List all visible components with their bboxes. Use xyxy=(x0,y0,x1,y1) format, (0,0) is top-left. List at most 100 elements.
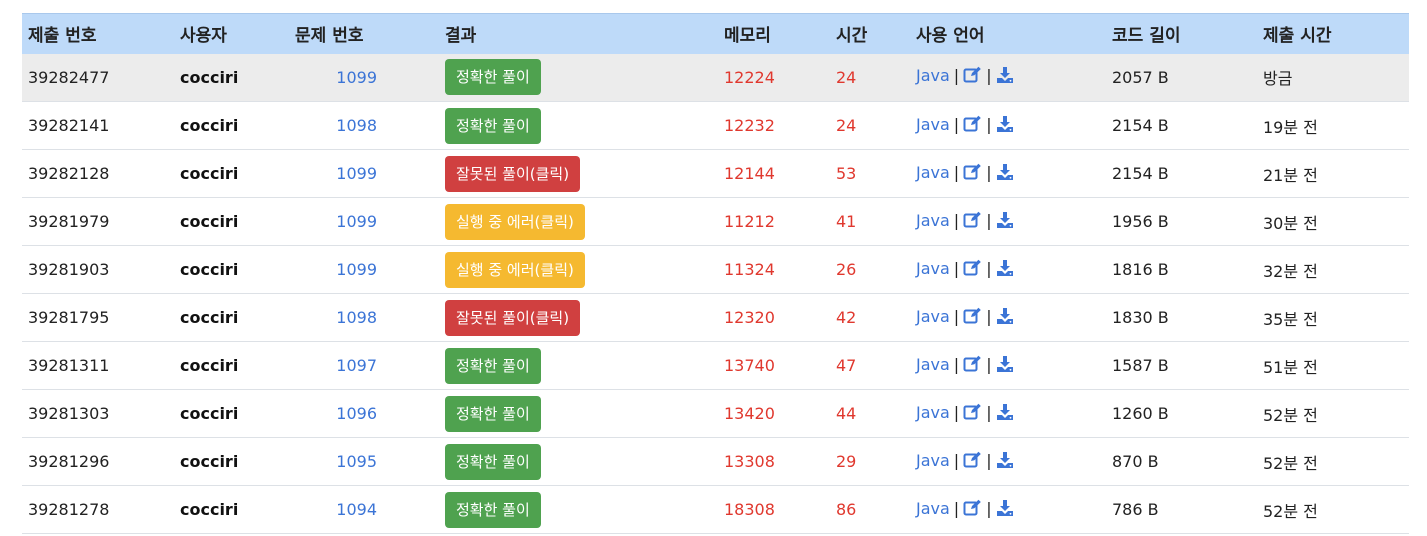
result-badge[interactable]: 실행 중 에러(클릭) xyxy=(445,203,585,240)
time-value: 86 xyxy=(836,500,857,519)
problem-link[interactable]: 1099 xyxy=(336,260,377,279)
result-badge[interactable]: 잘못된 풀이(클릭) xyxy=(445,155,581,192)
memory-value: 18308 xyxy=(724,500,775,519)
user-link[interactable]: cocciri xyxy=(180,500,238,519)
edit-icon[interactable] xyxy=(963,403,982,425)
user-link[interactable]: cocciri xyxy=(180,308,238,327)
time-value: 44 xyxy=(836,404,857,423)
language-cell: Java | | xyxy=(910,294,1106,342)
problem-link[interactable]: 1094 xyxy=(336,500,377,519)
time-value: 53 xyxy=(836,164,857,183)
language-link[interactable]: Java xyxy=(916,163,950,182)
language-link[interactable]: Java xyxy=(916,66,950,85)
memory-value: 13740 xyxy=(724,356,775,375)
download-icon[interactable] xyxy=(996,115,1014,137)
problem-link[interactable]: 1097 xyxy=(336,356,377,375)
language-link[interactable]: Java xyxy=(916,451,950,470)
problem-link[interactable]: 1099 xyxy=(336,212,377,231)
problem-link[interactable]: 1098 xyxy=(336,308,377,327)
time-value: 41 xyxy=(836,212,857,231)
result-badge[interactable]: 정확한 풀이 xyxy=(445,395,541,432)
submitted-time: 19분 전 xyxy=(1263,117,1318,137)
edit-icon[interactable] xyxy=(963,307,982,329)
separator: | xyxy=(953,450,960,470)
code-length: 1260 B xyxy=(1112,404,1169,423)
user-link[interactable]: cocciri xyxy=(180,404,238,423)
download-icon[interactable] xyxy=(996,499,1014,521)
code-length: 1956 B xyxy=(1112,212,1169,231)
download-icon[interactable] xyxy=(996,259,1014,281)
result-cell: 잘못된 풀이(클릭) xyxy=(439,150,718,198)
language-link[interactable]: Java xyxy=(916,403,950,422)
edit-icon[interactable] xyxy=(963,211,982,233)
problem-link[interactable]: 1095 xyxy=(336,452,377,471)
language-link[interactable]: Java xyxy=(916,211,950,230)
submission-id: 39281303 xyxy=(28,404,110,423)
header-submitted-at: 제출 시간 xyxy=(1263,26,1332,47)
language-link[interactable]: Java xyxy=(916,307,950,326)
submission-id: 39282477 xyxy=(28,67,110,87)
download-icon[interactable] xyxy=(996,403,1014,425)
language-link[interactable]: Java xyxy=(916,259,950,278)
user-cell: cocciri xyxy=(174,150,289,198)
separator: | xyxy=(953,114,960,134)
submission-id: 39281296 xyxy=(28,452,110,471)
result-badge[interactable]: 잘못된 풀이(클릭) xyxy=(445,299,581,336)
result-badge[interactable]: 정확한 풀이 xyxy=(445,347,541,384)
user-link[interactable]: cocciri xyxy=(180,68,238,87)
result-cell: 실행 중 에러(클릭) xyxy=(439,198,718,246)
result-badge[interactable]: 실행 중 에러(클릭) xyxy=(445,251,585,288)
table-row: 39281903 cocciri 1099 실행 중 에러(클릭) 11324 26 Jav… xyxy=(22,246,1409,294)
separator: | xyxy=(953,66,960,86)
table-row: 39281303 cocciri 1096 정확한 풀이 13420 44 Java | | 12… xyxy=(22,390,1409,438)
download-icon[interactable] xyxy=(996,451,1014,473)
result-badge[interactable]: 정확한 풀이 xyxy=(445,491,541,528)
user-link[interactable]: cocciri xyxy=(180,452,238,471)
download-icon[interactable] xyxy=(996,355,1014,377)
result-badge[interactable]: 정확한 풀이 xyxy=(445,59,541,96)
user-link[interactable]: cocciri xyxy=(180,260,238,279)
user-link[interactable]: cocciri xyxy=(180,356,238,375)
separator: | xyxy=(986,450,992,470)
header-problem: 문제 번호 xyxy=(295,26,364,47)
header-language: 사용 언어 xyxy=(916,26,985,47)
edit-icon[interactable] xyxy=(963,259,982,281)
problem-link[interactable]: 1099 xyxy=(336,68,377,87)
language-link[interactable]: Java xyxy=(916,115,950,134)
download-icon[interactable] xyxy=(996,66,1014,88)
problem-link[interactable]: 1099 xyxy=(336,164,377,183)
submitted-time: 52분 전 xyxy=(1263,405,1318,425)
separator: | xyxy=(986,162,992,182)
result-cell: 정확한 풀이 xyxy=(439,390,718,438)
edit-icon[interactable] xyxy=(963,451,982,473)
language-link[interactable]: Java xyxy=(916,355,950,374)
edit-icon[interactable] xyxy=(963,355,982,377)
code-length: 1816 B xyxy=(1112,260,1169,279)
table-row: 39281979 cocciri 1099 실행 중 에러(클릭) 11212 41 Jav… xyxy=(22,198,1409,246)
result-cell: 정확한 풀이 xyxy=(439,102,718,150)
header-result: 결과 xyxy=(445,26,477,47)
result-badge[interactable]: 정확한 풀이 xyxy=(445,443,541,480)
user-cell: cocciri xyxy=(174,54,289,102)
header-time: 시간 xyxy=(836,26,868,47)
result-badge[interactable]: 정확한 풀이 xyxy=(445,107,541,144)
problem-cell: 1099 xyxy=(289,198,439,246)
user-link[interactable]: cocciri xyxy=(180,164,238,183)
edit-icon[interactable] xyxy=(963,115,982,137)
download-icon[interactable] xyxy=(996,307,1014,329)
header-row: 제출 번호 사용자 문제 번호 결과 메모리 시간 사용 언어 코드 길이 제출… xyxy=(22,13,1409,54)
download-icon[interactable] xyxy=(996,211,1014,233)
edit-icon[interactable] xyxy=(963,66,982,88)
user-link[interactable]: cocciri xyxy=(180,116,238,135)
problem-cell: 1098 xyxy=(289,102,439,150)
download-icon[interactable] xyxy=(996,163,1014,185)
user-link[interactable]: cocciri xyxy=(180,212,238,231)
problem-cell: 1099 xyxy=(289,150,439,198)
user-cell: cocciri xyxy=(174,342,289,390)
problem-link[interactable]: 1098 xyxy=(336,116,377,135)
language-link[interactable]: Java xyxy=(916,499,950,518)
problem-link[interactable]: 1096 xyxy=(336,404,377,423)
submission-id: 39281278 xyxy=(28,500,110,519)
edit-icon[interactable] xyxy=(963,499,982,521)
edit-icon[interactable] xyxy=(963,163,982,185)
